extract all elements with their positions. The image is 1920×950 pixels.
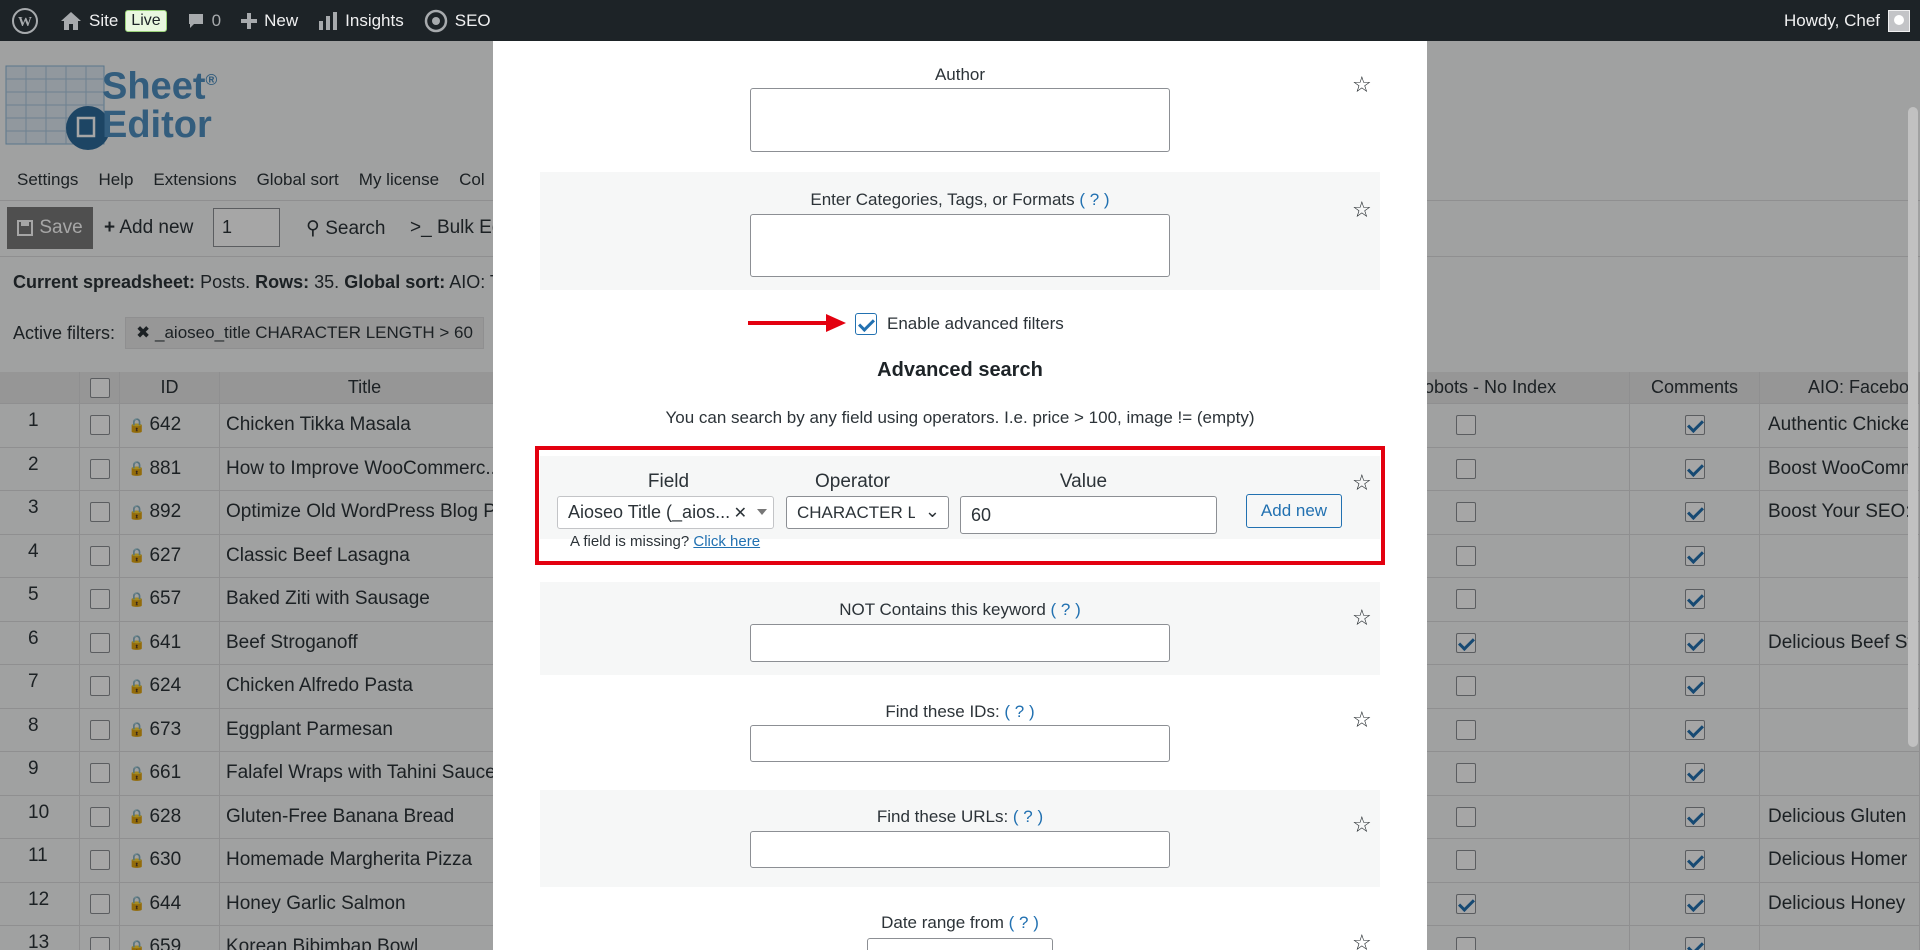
- field-select[interactable]: Aioseo Title (_aios... ✕: [557, 496, 774, 529]
- enable-advanced-checkbox[interactable]: [855, 313, 877, 335]
- user-menu[interactable]: Howdy, Chef: [1784, 0, 1910, 41]
- red-arrow-icon: [748, 314, 846, 332]
- svg-text:W: W: [18, 15, 32, 30]
- home-icon: [61, 11, 81, 30]
- not-contains-text: NOT Contains this keyword: [839, 600, 1046, 619]
- insights-menu[interactable]: Insights: [308, 0, 414, 41]
- find-urls-section: Find these URLs: ( ? ): [540, 790, 1380, 887]
- enable-advanced-filters[interactable]: Enable advanced filters: [855, 313, 1064, 335]
- operator-select[interactable]: CHARACTER LE ⌄: [786, 496, 949, 529]
- not-contains-label: NOT Contains this keyword ( ? ): [540, 600, 1380, 620]
- operator-select-value: CHARACTER LE: [797, 502, 915, 522]
- value-header: Value: [1059, 471, 1108, 492]
- date-range-section: Date range from ( ? ): [540, 898, 1380, 950]
- help-link[interactable]: ( ? ): [1009, 913, 1039, 932]
- favorite-star-icon[interactable]: ☆: [1352, 930, 1372, 950]
- help-link[interactable]: ( ? ): [1051, 600, 1081, 619]
- admin-bar: W Site Live 0 New Insights SEO Howdy, Ch…: [0, 0, 1920, 41]
- avatar: [1888, 9, 1910, 32]
- find-ids-section: Find these IDs: ( ? ): [540, 686, 1380, 774]
- clear-icon[interactable]: ✕: [734, 503, 747, 523]
- date-from-input[interactable]: [867, 938, 1053, 950]
- click-here-link[interactable]: Click here: [693, 533, 760, 550]
- categories-label-text: Enter Categories, Tags, or Formats: [810, 190, 1075, 209]
- favorite-star-icon[interactable]: ☆: [1352, 605, 1372, 631]
- help-link[interactable]: ( ? ): [1004, 702, 1034, 721]
- comment-icon: [188, 13, 203, 28]
- seo-label: SEO: [454, 10, 491, 30]
- not-contains-input[interactable]: [750, 624, 1170, 662]
- live-badge: Live: [125, 9, 167, 32]
- new-menu[interactable]: New: [231, 0, 308, 41]
- value-input[interactable]: 60: [960, 496, 1217, 534]
- not-contains-section: NOT Contains this keyword ( ? ): [540, 582, 1380, 675]
- new-label: New: [264, 10, 299, 30]
- add-new-filter-button[interactable]: Add new: [1246, 494, 1342, 528]
- find-ids-label: Find these IDs: ( ? ): [540, 702, 1380, 722]
- find-urls-label: Find these URLs: ( ? ): [540, 807, 1380, 827]
- wp-logo-button[interactable]: W: [0, 0, 50, 41]
- find-urls-textarea[interactable]: [750, 831, 1170, 868]
- find-ids-text: Find these IDs:: [885, 702, 1000, 721]
- howdy-label: Howdy, Chef: [1783, 10, 1880, 30]
- favorite-star-icon[interactable]: ☆: [1352, 707, 1372, 733]
- bar-chart-icon: [319, 11, 338, 30]
- seo-menu[interactable]: SEO: [414, 0, 501, 41]
- favorite-star-icon[interactable]: ☆: [1352, 812, 1372, 838]
- favorite-star-icon[interactable]: ☆: [1352, 72, 1372, 98]
- field-missing-note: A field is missing? Click here: [570, 533, 760, 550]
- find-urls-text: Find these URLs:: [876, 807, 1009, 826]
- help-link[interactable]: ( ? ): [1013, 807, 1043, 826]
- enable-advanced-label: Enable advanced filters: [887, 314, 1064, 333]
- categories-label: Enter Categories, Tags, or Formats ( ? ): [540, 190, 1380, 210]
- operator-header: Operator: [815, 471, 890, 492]
- wordpress-icon: W: [12, 7, 38, 34]
- help-link[interactable]: ( ? ): [1079, 190, 1109, 209]
- site-menu[interactable]: Site Live: [50, 0, 177, 41]
- favorite-star-icon[interactable]: ☆: [1352, 470, 1372, 496]
- plus-icon: [241, 12, 258, 29]
- advanced-search-description: You can search by any field using operat…: [665, 408, 1255, 427]
- favorite-star-icon[interactable]: ☆: [1352, 197, 1372, 223]
- categories-section: Enter Categories, Tags, or Formats ( ? ): [540, 172, 1380, 290]
- gear-icon: [424, 9, 447, 32]
- advanced-filter-row: Field Operator Value Aioseo Title (_aios…: [540, 456, 1380, 539]
- insights-label: Insights: [345, 10, 404, 30]
- comments-count: 0: [211, 10, 222, 30]
- field-header: Field: [647, 471, 690, 492]
- categories-input[interactable]: [750, 214, 1170, 277]
- chevron-down-icon: ⌄: [924, 501, 940, 521]
- site-label: Site: [89, 10, 119, 30]
- author-input[interactable]: [750, 88, 1170, 152]
- date-range-text: Date range from: [881, 913, 1004, 932]
- modal-scrollbar[interactable]: [1908, 107, 1918, 747]
- field-select-value: Aioseo Title (_aios...: [568, 502, 731, 522]
- field-missing-text: A field is missing?: [570, 533, 690, 550]
- author-section: Author: [540, 41, 1380, 166]
- author-label: Author: [934, 65, 986, 84]
- dropdown-arrow-icon: [757, 509, 767, 515]
- date-range-label: Date range from ( ? ): [540, 913, 1380, 933]
- comments-menu[interactable]: 0: [177, 0, 231, 41]
- find-ids-textarea[interactable]: [750, 725, 1170, 762]
- advanced-search-title: Advanced search: [877, 359, 1043, 381]
